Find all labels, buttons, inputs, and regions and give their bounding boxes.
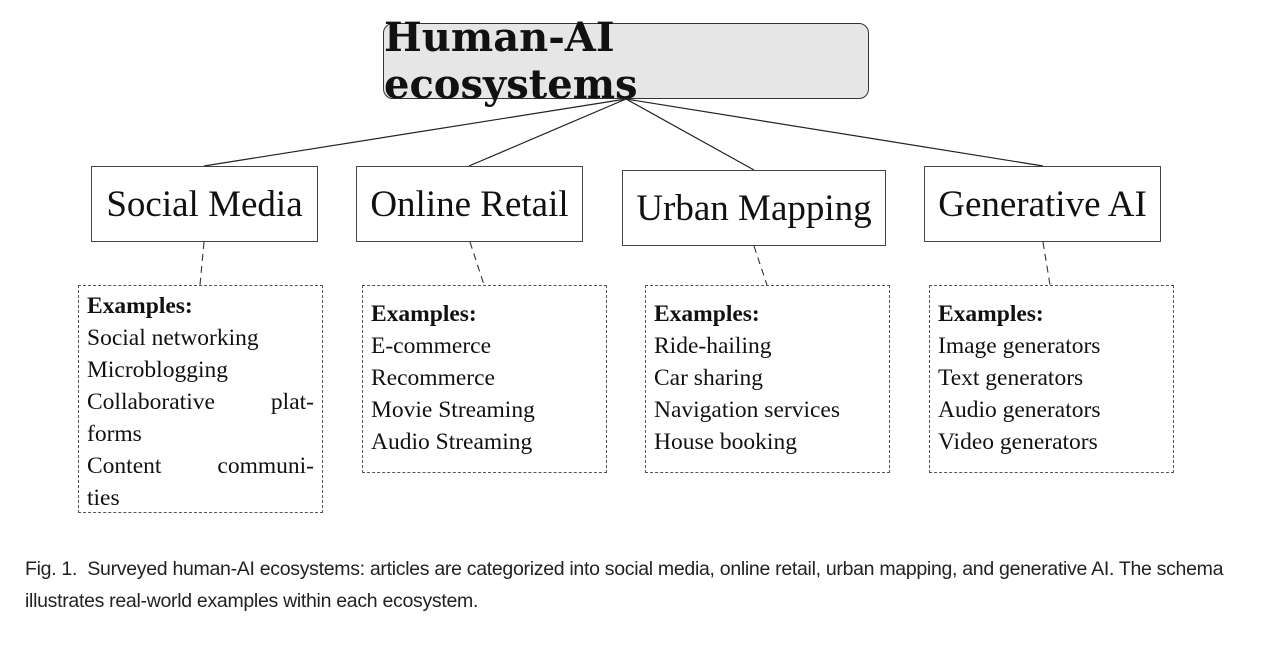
- link-root-social-media: [203, 98, 627, 167]
- example-item: forms: [87, 421, 142, 447]
- category-label: Online Retail: [370, 183, 569, 225]
- link-root-generative-ai: [625, 98, 1044, 167]
- example-item: Video generators: [938, 429, 1098, 455]
- example-item: Audio generators: [938, 397, 1101, 423]
- example-item: Social networking: [87, 325, 259, 351]
- examples-title: Examples:: [654, 301, 760, 327]
- example-item: Collaborative plat-: [87, 389, 314, 415]
- dashed-link-online-retail: [469, 241, 485, 286]
- example-item: Movie Streaming: [371, 397, 535, 423]
- category-label: Generative AI: [938, 183, 1147, 225]
- example-item: Text generators: [938, 365, 1084, 391]
- example-item: Navigation services: [654, 397, 840, 423]
- examples-title: Examples:: [371, 301, 477, 327]
- example-item: Image generators: [938, 333, 1101, 359]
- category-node-social-media: Social Media: [91, 166, 318, 242]
- examples-box-urban-mapping: Examples: Ride-hailing Car sharing Navig…: [645, 285, 890, 473]
- root-title: Human-AI ecosystems: [384, 14, 638, 108]
- dashed-link-generative-ai: [1042, 241, 1051, 286]
- example-item: Content communi-: [87, 453, 314, 479]
- examples-box-generative-ai: Examples: Image generators Text generato…: [929, 285, 1174, 473]
- link-root-online-retail: [468, 98, 627, 167]
- category-node-generative-ai: Generative AI: [924, 166, 1161, 242]
- example-item: Recommerce: [371, 365, 495, 391]
- dashed-link-social-media: [199, 241, 205, 286]
- category-label: Urban Mapping: [636, 187, 872, 229]
- root-node: Human-AI ecosystems: [383, 14, 869, 108]
- example-item: E-commerce: [371, 333, 492, 359]
- figure-caption: Fig. 1. Surveyed human-AI ecosystems: ar…: [25, 553, 1245, 617]
- category-node-online-retail: Online Retail: [356, 166, 583, 242]
- example-item: House booking: [654, 429, 797, 455]
- examples-title: Examples:: [938, 301, 1044, 327]
- category-node-urban-mapping: Urban Mapping: [622, 170, 886, 246]
- ecosystem-diagram: Human-AI ecosystems Social Media Online …: [0, 0, 1270, 530]
- example-item: Audio Streaming: [371, 429, 533, 455]
- dashed-link-urban-mapping: [753, 245, 768, 286]
- examples-title: Examples:: [87, 293, 193, 319]
- examples-box-online-retail: Examples: E-commerce Recommerce Movie St…: [362, 285, 607, 473]
- example-item: ties: [87, 485, 120, 511]
- examples-box-social-media: Examples: Social networking Microbloggin…: [78, 285, 323, 513]
- example-item: Car sharing: [654, 365, 763, 391]
- figure-label: Fig. 1.: [25, 558, 78, 580]
- caption-text: Surveyed human-AI ecosystems: articles a…: [25, 558, 1224, 612]
- example-item: Microblogging: [87, 357, 228, 383]
- category-label: Social Media: [106, 183, 303, 225]
- example-item: Ride-hailing: [654, 333, 772, 359]
